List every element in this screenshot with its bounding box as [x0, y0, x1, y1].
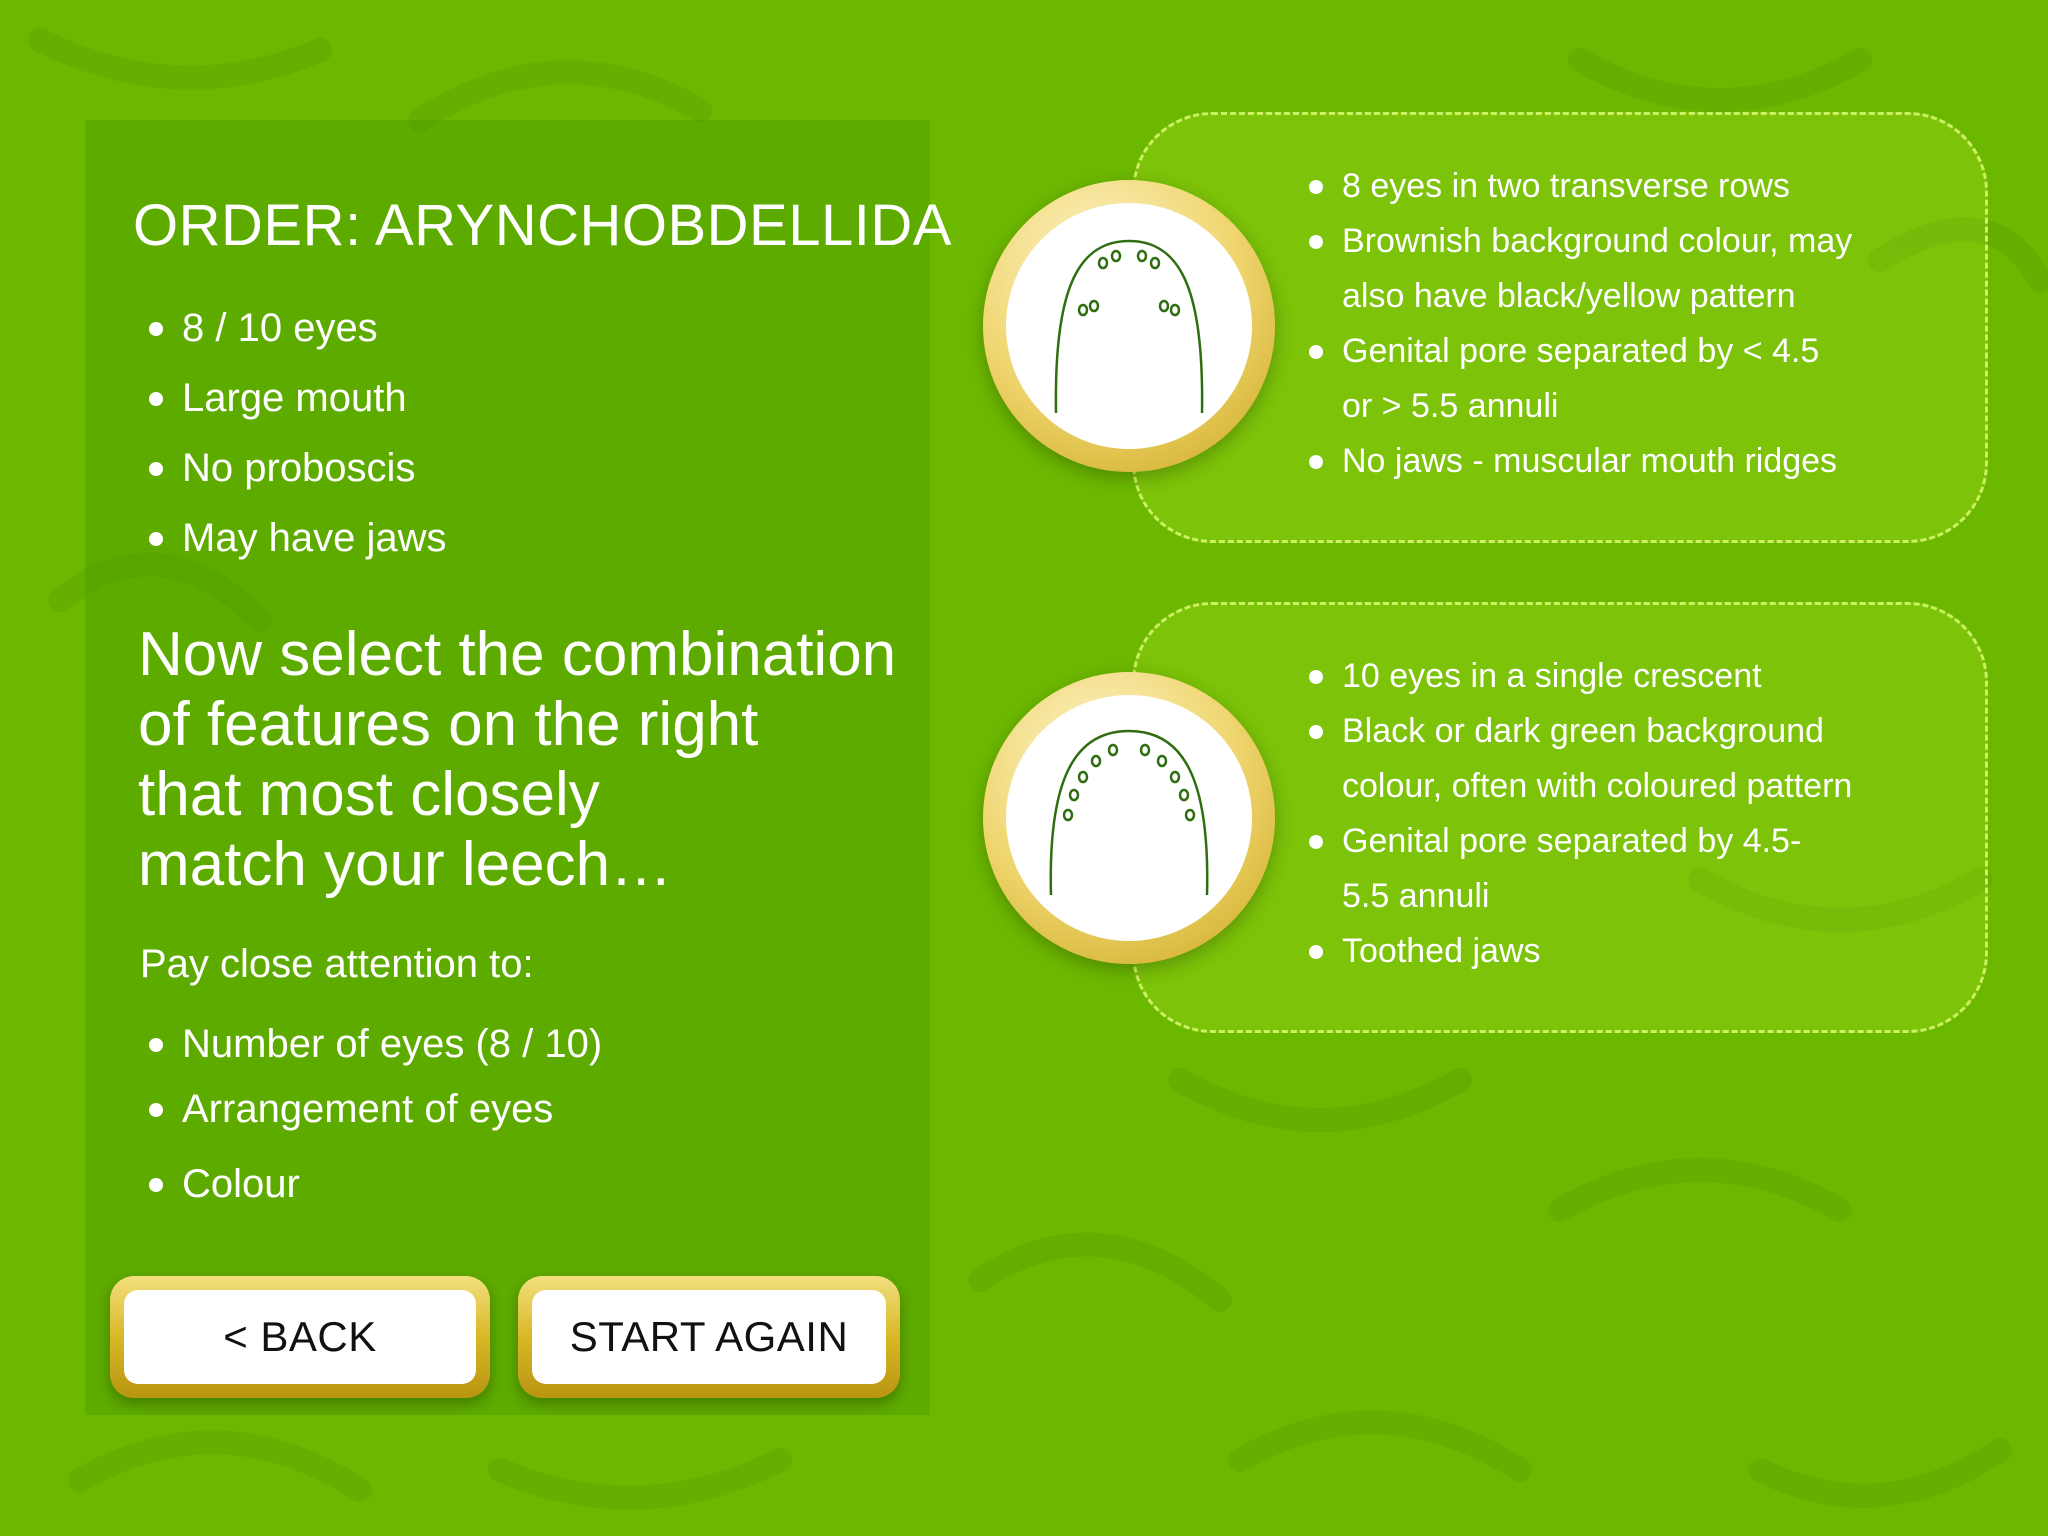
order-feature-item: May have jaws	[140, 508, 447, 578]
option-feature-item: 8 eyes in two transverse rows	[1300, 162, 1852, 217]
order-feature-item: Large mouth	[140, 368, 447, 438]
option-8-eyes-medallion[interactable]	[983, 180, 1275, 472]
attention-item: Colour	[140, 1154, 602, 1214]
medallion-face	[1006, 695, 1252, 941]
order-feature-item: No proboscis	[140, 438, 447, 508]
option-feature-continuation: also have black/yellow pattern	[1342, 277, 1796, 315]
attention-item: Arrangement of eyes	[140, 1079, 602, 1154]
instruction-line: match your leech…	[138, 830, 673, 899]
option-feature-continuation: or > 5.5 annuli	[1342, 387, 1559, 425]
option-feature-continuation: 5.5 annuli	[1342, 877, 1490, 915]
option-feature-continuation: colour, often with coloured pattern	[1342, 767, 1853, 805]
option-feature-item: Genital pore separated by < 4.5	[1300, 327, 1852, 382]
order-title: ORDER: ARYNCHOBDELLIDA	[133, 193, 952, 258]
option-feature-item: 10 eyes in a single crescent	[1300, 652, 1852, 707]
instruction-line: Now select the combination	[138, 620, 897, 689]
attention-label: Pay close attention to:	[140, 942, 534, 986]
back-button[interactable]: < BACK	[110, 1276, 490, 1398]
medallion-face	[1006, 203, 1252, 449]
option-feature-item: Toothed jaws	[1300, 927, 1852, 982]
option-8-eyes-features: 8 eyes in two transverse rows Brownish ba…	[1300, 162, 1852, 492]
start-again-button[interactable]: START AGAIN	[518, 1276, 900, 1398]
option-10-eyes-features: 10 eyes in a single crescent Black or dar…	[1300, 652, 1852, 982]
instruction-line: of features on the right	[138, 690, 759, 759]
attention-list: Number of eyes (8 / 10) Arrangement of e…	[140, 1014, 602, 1214]
ten-eyes-head-icon	[1049, 729, 1209, 896]
option-feature-item: Black or dark green background	[1300, 707, 1852, 762]
instruction-line: that most closely	[138, 760, 600, 829]
option-feature-item: Brownish background colour, may	[1300, 217, 1852, 272]
option-10-eyes-medallion[interactable]	[983, 672, 1275, 964]
back-button-label[interactable]: < BACK	[124, 1290, 476, 1384]
instruction-heading: Now select the combination of features o…	[138, 620, 918, 900]
option-feature-item: No jaws - muscular mouth ridges	[1300, 437, 1852, 492]
attention-item: Number of eyes (8 / 10)	[140, 1014, 602, 1079]
order-feature-item: 8 / 10 eyes	[140, 298, 447, 368]
eight-eyes-head-icon	[1054, 239, 1204, 414]
order-features-list: 8 / 10 eyes Large mouth No proboscis May…	[140, 298, 447, 578]
option-feature-item: Genital pore separated by 4.5-	[1300, 817, 1852, 872]
start-again-button-label[interactable]: START AGAIN	[532, 1290, 886, 1384]
